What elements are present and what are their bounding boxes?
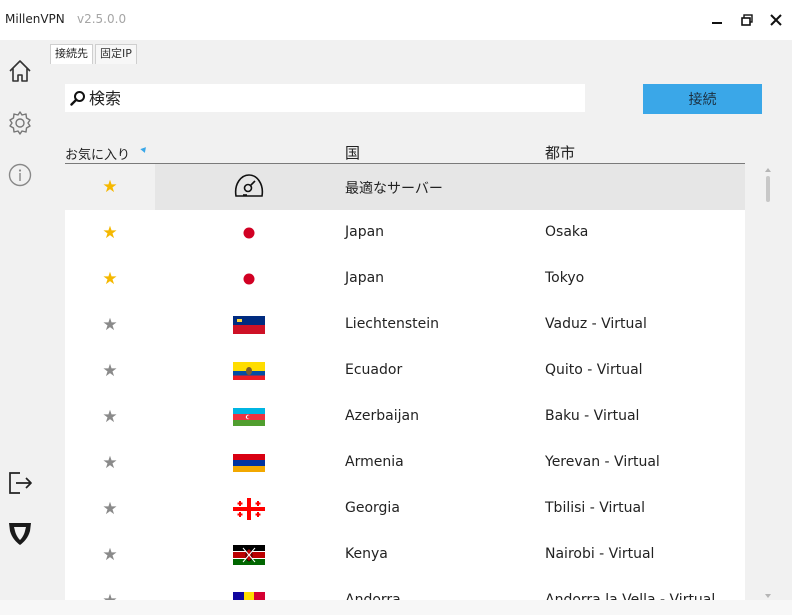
flag-ec-icon (233, 362, 265, 380)
server-country: Georgia (345, 500, 400, 516)
server-country: 最適なサーバー (345, 181, 443, 197)
info-button[interactable] (5, 160, 35, 190)
millenvpn-window: MillenVPN v2.5.0.0 接続先 固定IP 検索 接続 お気に入り … (0, 0, 792, 615)
flag-ge-icon (233, 498, 265, 520)
connect-button[interactable]: 接続 (643, 84, 762, 114)
sort-indicator-icon (140, 147, 148, 154)
logout-icon (9, 472, 32, 494)
favorite-star-icon[interactable]: ★ (65, 578, 155, 600)
server-row[interactable]: ★ Kenya Nairobi - Virtual (65, 532, 745, 578)
favorite-star-icon[interactable]: ★ (65, 440, 155, 486)
flag-jp-icon (233, 270, 265, 288)
tab-connection[interactable]: 接続先 (50, 44, 93, 64)
close-icon (770, 14, 782, 26)
minimize-icon (712, 22, 722, 24)
flag-az-icon (233, 408, 265, 426)
server-city: Tokyo (545, 270, 585, 286)
server-country: Ecuador (345, 362, 403, 378)
server-city: Tbilisi - Virtual (545, 500, 645, 516)
server-country: Japan (345, 224, 385, 240)
column-header-favorites[interactable]: お気に入り (65, 144, 130, 163)
server-country: Liechtenstein (345, 316, 440, 332)
flag-ad-icon (233, 592, 265, 600)
scroll-down-arrow-icon[interactable] (765, 594, 771, 598)
app-logo (5, 518, 35, 548)
scroll-thumb[interactable] (766, 176, 770, 202)
close-button[interactable] (764, 8, 788, 32)
title-bar: MillenVPN v2.5.0.0 (0, 0, 792, 40)
server-city: Nairobi - Virtual (545, 546, 655, 562)
restore-icon (741, 14, 753, 26)
column-header-country[interactable]: 国 (345, 142, 360, 163)
server-row[interactable]: ★ Liechtenstein Vaduz - Virtual (65, 302, 745, 348)
server-city: Andorra la Vella - Virtual (545, 592, 716, 600)
restore-button[interactable] (735, 8, 759, 32)
app-version: v2.5.0.0 (77, 12, 127, 26)
flag-li-icon (233, 316, 265, 334)
favorite-star-icon[interactable]: ★ (65, 210, 155, 256)
gear-icon (9, 111, 31, 135)
info-icon (8, 163, 32, 187)
server-country: Armenia (345, 454, 404, 470)
flag-ke-icon (233, 545, 265, 565)
home-icon (9, 60, 31, 82)
server-row[interactable]: ★ Japan Osaka (65, 210, 745, 256)
app-name: MillenVPN (5, 12, 65, 26)
favorite-star-icon[interactable]: ★ (65, 302, 155, 348)
search-input[interactable] (89, 85, 569, 111)
server-country: Japan (345, 270, 385, 286)
logout-button[interactable] (5, 468, 35, 498)
tab-static-ip[interactable]: 固定IP (95, 44, 137, 64)
home-button[interactable] (5, 56, 35, 86)
shield-logo-icon (9, 523, 31, 545)
server-row[interactable]: ★ Japan Tokyo (65, 256, 745, 302)
server-city: Vaduz - Virtual (545, 316, 647, 332)
list-scrollbar[interactable] (762, 164, 774, 600)
server-country: Azerbaijan (345, 408, 419, 424)
server-row[interactable]: ★ 最適なサーバー (65, 164, 745, 210)
favorite-star-icon[interactable]: ★ (65, 164, 155, 210)
tab-bar: 接続先 固定IP (45, 40, 792, 64)
server-city: Yerevan - Virtual (545, 454, 660, 470)
server-list-panel: 接続 お気に入り 国 都市 ★ 最適なサーバー ★ Japan Osaka (45, 64, 792, 600)
column-header-city[interactable]: 都市 (545, 142, 575, 163)
flag-am-icon (233, 454, 265, 472)
bottom-strip (0, 600, 792, 615)
speedometer-icon (233, 174, 265, 197)
server-row[interactable]: ★ Armenia Yerevan - Virtual (65, 440, 745, 486)
favorite-star-icon[interactable]: ★ (65, 348, 155, 394)
settings-button[interactable] (5, 108, 35, 138)
favorite-star-icon[interactable]: ★ (65, 486, 155, 532)
server-city: Baku - Virtual (545, 408, 640, 424)
server-list: ★ 最適なサーバー ★ Japan Osaka ★ Japan Tokyo ★ … (65, 164, 745, 600)
server-city: Quito - Virtual (545, 362, 643, 378)
server-country: Andorra (345, 592, 401, 600)
minimize-button[interactable] (705, 8, 729, 32)
server-country: Kenya (345, 546, 388, 562)
search-icon (69, 89, 87, 107)
server-city: Osaka (545, 224, 589, 240)
server-row[interactable]: ★ Georgia Tbilisi - Virtual (65, 486, 745, 532)
server-row[interactable]: ★ Andorra Andorra la Vella - Virtual (65, 578, 745, 600)
favorite-star-icon[interactable]: ★ (65, 394, 155, 440)
scroll-up-arrow-icon[interactable] (765, 168, 771, 172)
server-row[interactable]: ★ Ecuador Quito - Virtual (65, 348, 745, 394)
favorite-star-icon[interactable]: ★ (65, 532, 155, 578)
search-box[interactable] (65, 84, 585, 112)
flag-jp-icon (233, 224, 265, 242)
favorite-star-icon[interactable]: ★ (65, 256, 155, 302)
server-row[interactable]: ★ Azerbaijan Baku - Virtual (65, 394, 745, 440)
sidebar (0, 40, 45, 600)
